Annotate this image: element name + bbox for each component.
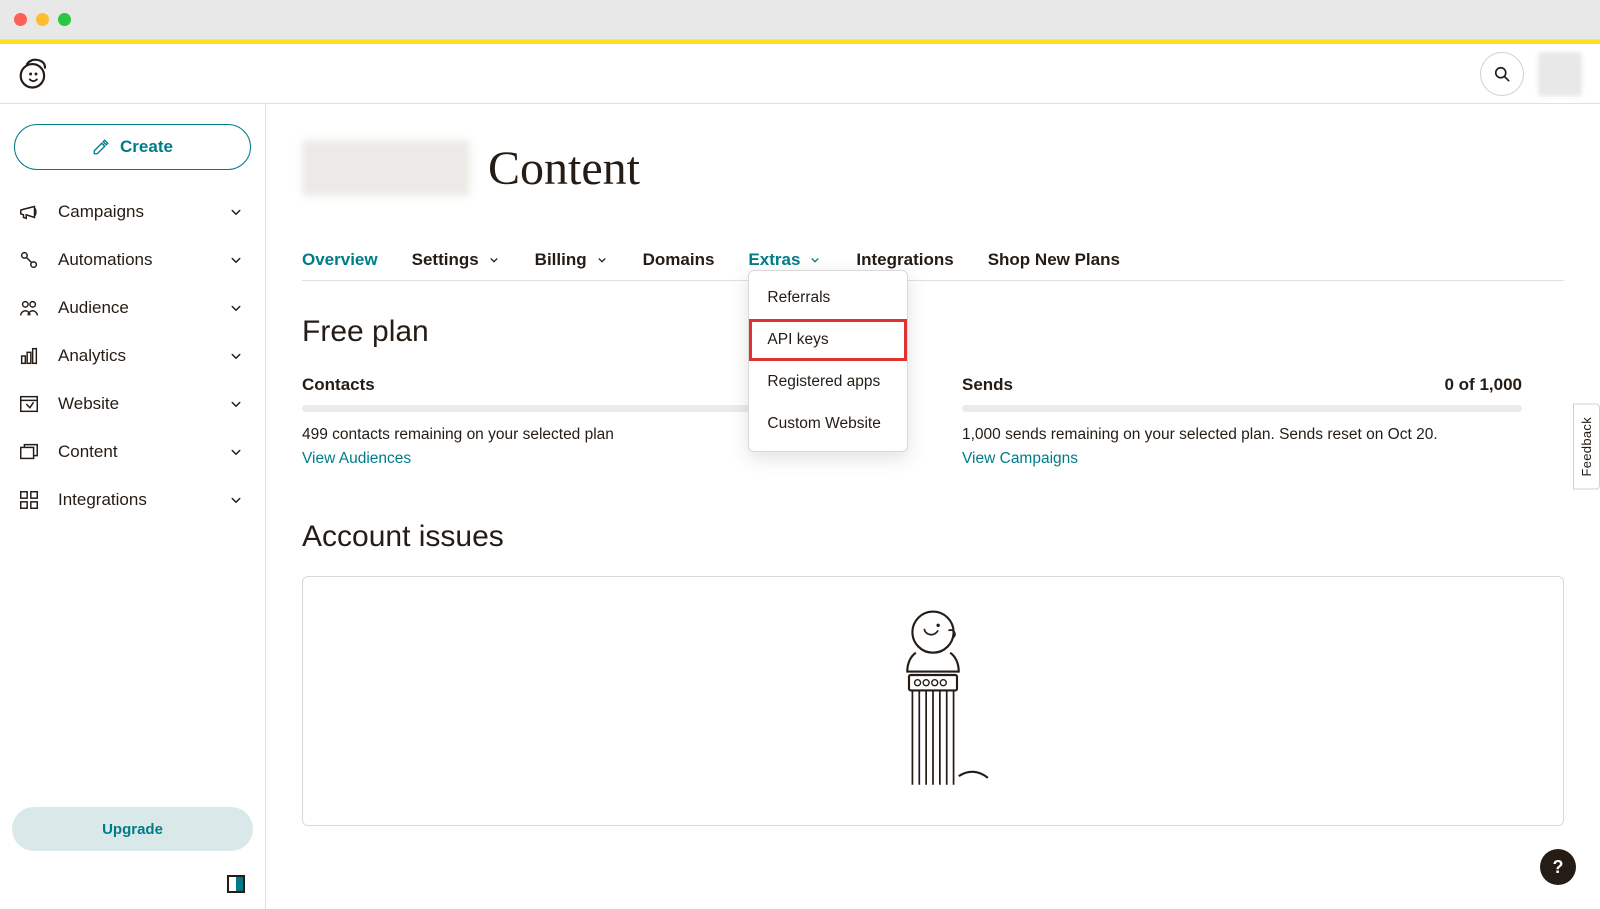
chevron-down-icon bbox=[227, 203, 245, 221]
chevron-down-icon bbox=[227, 251, 245, 269]
sidebar-item-content[interactable]: Content bbox=[12, 428, 253, 476]
chevron-down-icon bbox=[487, 253, 501, 267]
sends-label: Sends bbox=[962, 375, 1013, 395]
account-issues-title: Account issues bbox=[302, 520, 1564, 554]
sidebar-item-label: Audience bbox=[58, 298, 129, 318]
extras-menu-custom-website[interactable]: Custom Website bbox=[749, 403, 907, 445]
sends-note: 1,000 sends remaining on your selected p… bbox=[962, 426, 1522, 444]
sidebar-item-label: Website bbox=[58, 394, 119, 414]
extras-menu-registered-apps[interactable]: Registered apps bbox=[749, 361, 907, 403]
content-icon bbox=[18, 441, 40, 463]
search-icon bbox=[1492, 64, 1512, 84]
website-icon bbox=[18, 393, 40, 415]
account-issues-panel bbox=[302, 576, 1564, 826]
tab-extras[interactable]: Extras bbox=[748, 250, 822, 270]
sidebar-item-website[interactable]: Website bbox=[12, 380, 253, 428]
chevron-down-icon bbox=[227, 347, 245, 365]
sidebar-item-analytics[interactable]: Analytics bbox=[12, 332, 253, 380]
help-button[interactable]: ? bbox=[1540, 849, 1576, 885]
sidebar-item-audience[interactable]: Audience bbox=[12, 284, 253, 332]
tab-integrations[interactable]: Integrations bbox=[856, 250, 953, 270]
tab-domains[interactable]: Domains bbox=[643, 250, 715, 270]
chevron-down-icon bbox=[227, 299, 245, 317]
pencil-icon bbox=[92, 138, 110, 156]
create-button-label: Create bbox=[120, 137, 173, 157]
megaphone-icon bbox=[18, 201, 40, 223]
chevron-down-icon bbox=[595, 253, 609, 267]
sends-stat: Sends 0 of 1,000 1,000 sends remaining o… bbox=[962, 375, 1522, 468]
sidebar-item-label: Automations bbox=[58, 250, 153, 270]
sidebar-item-label: Campaigns bbox=[58, 202, 144, 222]
sidebar-item-campaigns[interactable]: Campaigns bbox=[12, 188, 253, 236]
sidebar-item-label: Integrations bbox=[58, 490, 147, 510]
sidebar: Create Campaigns Automations Audience bbox=[0, 104, 266, 909]
search-button[interactable] bbox=[1480, 52, 1524, 96]
integrations-icon bbox=[18, 489, 40, 511]
create-button[interactable]: Create bbox=[14, 124, 251, 170]
account-avatar[interactable] bbox=[1538, 52, 1582, 96]
extras-menu-referrals[interactable]: Referrals bbox=[749, 277, 907, 319]
tab-overview[interactable]: Overview bbox=[302, 250, 378, 270]
sidebar-item-integrations[interactable]: Integrations bbox=[12, 476, 253, 524]
tab-shop-new-plans[interactable]: Shop New Plans bbox=[988, 250, 1120, 270]
account-name-redacted bbox=[302, 140, 470, 196]
sends-value: 0 of 1,000 bbox=[1445, 375, 1523, 395]
view-audiences-link[interactable]: View Audiences bbox=[302, 450, 411, 467]
plan-title: Free plan bbox=[302, 315, 1564, 349]
chevron-down-icon bbox=[227, 395, 245, 413]
macos-window-chrome bbox=[0, 0, 1600, 40]
traffic-light-zoom[interactable] bbox=[58, 13, 71, 26]
topbar bbox=[0, 44, 1600, 104]
traffic-light-minimize[interactable] bbox=[36, 13, 49, 26]
chevron-down-icon bbox=[227, 491, 245, 509]
main-content: Content Overview Settings Billing Domain… bbox=[266, 104, 1600, 909]
traffic-light-close[interactable] bbox=[14, 13, 27, 26]
view-campaigns-link[interactable]: View Campaigns bbox=[962, 450, 1078, 467]
mailchimp-logo-icon[interactable] bbox=[18, 56, 54, 92]
page-title: Content bbox=[488, 141, 640, 196]
sidebar-item-label: Content bbox=[58, 442, 118, 462]
upgrade-label: Upgrade bbox=[102, 821, 163, 838]
tab-settings[interactable]: Settings bbox=[412, 250, 501, 270]
chevron-down-icon bbox=[808, 253, 822, 267]
analytics-icon bbox=[18, 345, 40, 367]
extras-dropdown: Referrals API keys Registered apps Custo… bbox=[748, 270, 908, 452]
illustration-icon bbox=[873, 599, 993, 799]
audience-icon bbox=[18, 297, 40, 319]
chevron-down-icon bbox=[227, 443, 245, 461]
automation-icon bbox=[18, 249, 40, 271]
sidebar-item-label: Analytics bbox=[58, 346, 126, 366]
upgrade-button[interactable]: Upgrade bbox=[12, 807, 253, 851]
sends-progress-bar bbox=[962, 405, 1522, 412]
feedback-tab[interactable]: Feedback bbox=[1573, 404, 1600, 490]
contacts-label: Contacts bbox=[302, 375, 375, 395]
account-tabs: Overview Settings Billing Domains Extras… bbox=[302, 250, 1564, 281]
sidebar-item-automations[interactable]: Automations bbox=[12, 236, 253, 284]
extras-menu-api-keys[interactable]: API keys bbox=[749, 319, 907, 361]
collapse-sidebar-button[interactable] bbox=[227, 875, 245, 893]
tab-billing[interactable]: Billing bbox=[535, 250, 609, 270]
